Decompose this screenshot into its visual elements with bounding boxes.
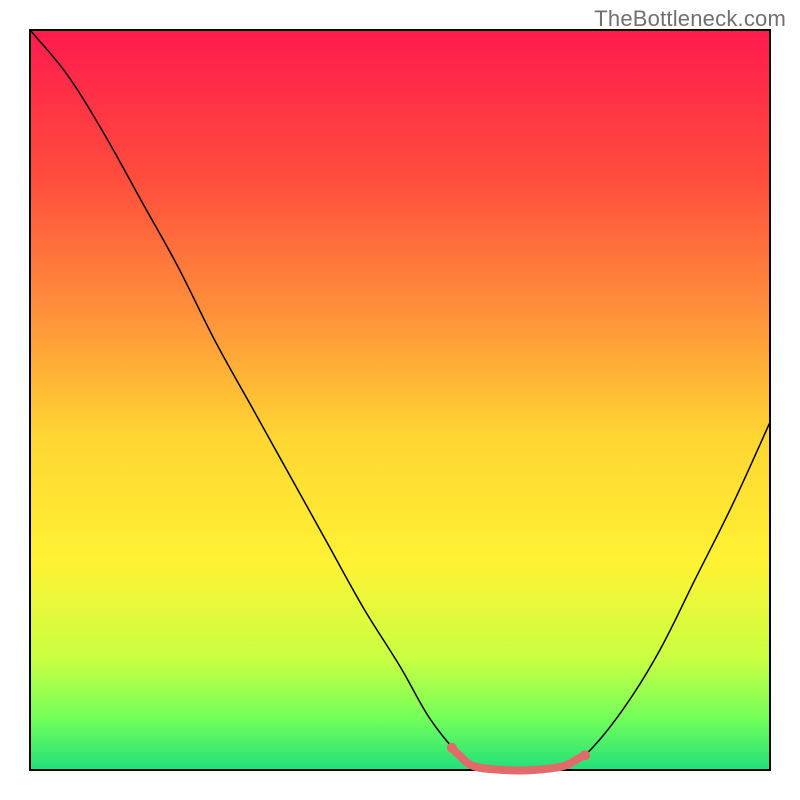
watermark-text: TheBottleneck.com	[594, 6, 786, 32]
bottleneck-chart	[0, 0, 800, 800]
plot-background	[30, 30, 770, 770]
highlight-dot	[447, 743, 457, 753]
highlight-dot	[580, 750, 590, 760]
chart-container: TheBottleneck.com	[0, 0, 800, 800]
